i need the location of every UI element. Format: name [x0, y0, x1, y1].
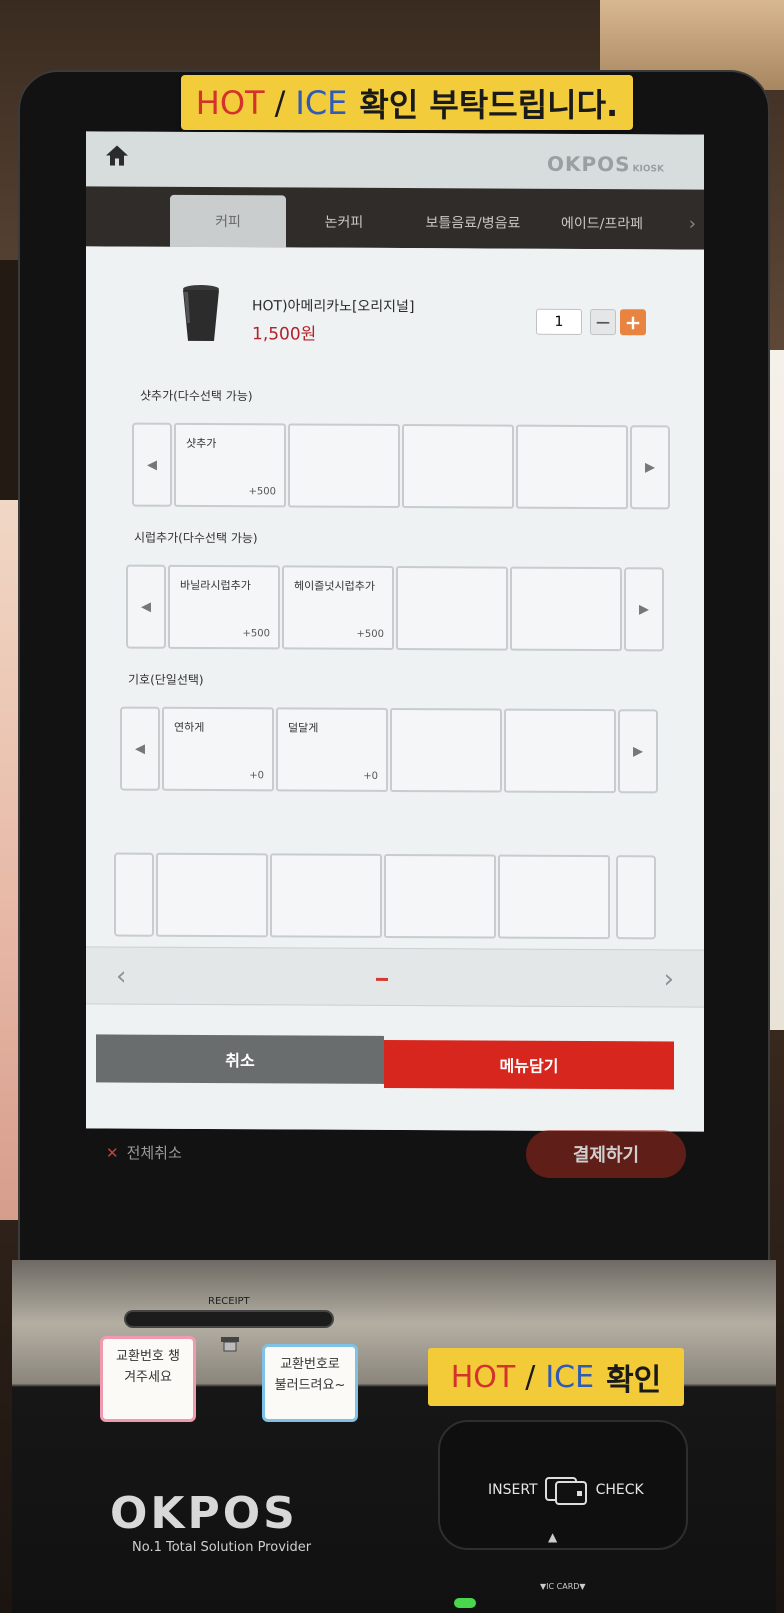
option-row-empty	[114, 852, 662, 940]
sticker-ice: ICE	[295, 83, 348, 122]
card-icon	[544, 1477, 587, 1505]
option-empty	[270, 853, 382, 938]
row-next-icon[interactable]: ▶	[618, 709, 658, 794]
option-name: 연하게	[174, 720, 205, 735]
option-price: +0	[363, 770, 378, 782]
receipt-icon	[221, 1337, 239, 1352]
receipt-label: RECEIPT	[208, 1296, 250, 1307]
add-to-cart-button[interactable]: 메뉴담기	[384, 1039, 674, 1090]
card-insert-arrow-icon: ▲	[548, 1530, 558, 1544]
kiosk-brand: OKPOS	[110, 1488, 298, 1539]
brand-sub: KIOSK	[632, 164, 664, 175]
option-less-sweet[interactable]: 덜달게 +0	[276, 707, 388, 792]
option-empty	[510, 566, 622, 652]
kiosk-screen: OKPOS KIOSK 커피 논커피 보틀음료/병음료 에이드/프라페 › HOT…	[86, 131, 704, 1132]
order-footer: ✕ 전체취소 결제하기	[86, 1130, 704, 1200]
option-name: 샷추가	[186, 436, 217, 451]
close-icon: ✕	[106, 1144, 119, 1162]
page-indicator	[376, 977, 388, 981]
tabs-next-icon[interactable]: ›	[689, 214, 696, 235]
product-price: 1,500원	[252, 324, 317, 345]
product-name: HOT)아메리카노[오리지널]	[252, 298, 415, 316]
tab-ade-frappe[interactable]: 에이드/프라페	[542, 197, 662, 250]
option-empty	[402, 424, 514, 509]
row-prev-icon[interactable]	[114, 852, 154, 937]
option-empty	[396, 566, 508, 651]
page-prev-icon[interactable]: ‹	[116, 962, 126, 992]
section-title-syrup: 시럽추가(다수선택 가능)	[134, 530, 258, 546]
section-title-shot: 샷추가(다수선택 가능)	[140, 388, 253, 404]
quantity-minus-button[interactable]: −	[590, 309, 616, 336]
brand-logo: OKPOS KIOSK	[547, 152, 664, 177]
check-label: CHECK	[595, 1482, 644, 1498]
option-lighter[interactable]: 연하게 +0	[162, 706, 274, 792]
page-next-icon[interactable]: ›	[664, 964, 674, 994]
exchange-number-note: 교환번호 챙겨주세요	[100, 1336, 196, 1422]
row-prev-icon[interactable]: ◀	[120, 706, 160, 791]
pay-button[interactable]: 결제하기	[526, 1130, 686, 1178]
option-row-syrup: ◀ 바닐라시럽추가 +500 헤이즐넛시럽추가 +500 ▶	[126, 564, 666, 652]
status-led	[454, 1598, 476, 1608]
americano-cup-image	[183, 284, 219, 342]
option-name: 헤이즐넛시럽추가	[294, 579, 375, 593]
option-name: 덜달게	[288, 721, 319, 735]
option-empty	[498, 854, 610, 940]
quantity-plus-button[interactable]: +	[620, 309, 646, 336]
tab-coffee[interactable]: 커피	[170, 194, 286, 248]
call-number-note: 교환번호로 불러드려요~	[262, 1344, 358, 1422]
option-empty	[384, 853, 496, 939]
hot-ice-sticker-top: HOT / ICE 확인 부탁드립니다.	[181, 75, 633, 130]
tab-non-coffee[interactable]: 논커피	[286, 195, 402, 248]
option-empty	[504, 708, 616, 794]
option-empty	[516, 424, 628, 510]
option-shot-add[interactable]: 샷추가 +500	[174, 422, 286, 508]
home-icon[interactable]	[104, 143, 130, 167]
sticker-text: 확인	[606, 1363, 662, 1398]
sticker-text: 확인 부탁드립니다.	[359, 85, 619, 124]
option-empty	[156, 852, 268, 938]
row-next-icon[interactable]: ▶	[630, 425, 670, 510]
insert-check-label: INSERT CHECK	[488, 1475, 644, 1505]
sticker-hot: HOT	[450, 1359, 516, 1395]
receipt-slot	[124, 1310, 334, 1328]
kiosk-tagline: No.1 Total Solution Provider	[132, 1540, 312, 1555]
cancel-button[interactable]: 취소	[96, 1034, 384, 1084]
category-tabs: 커피 논커피 보틀음료/병음료 에이드/프라페 ›	[86, 186, 704, 250]
option-vanilla-syrup[interactable]: 바닐라시럽추가 +500	[168, 564, 280, 650]
section-title-preference: 기호(단일선택)	[128, 672, 204, 687]
page-navigator: ‹ ›	[86, 946, 704, 1008]
option-row-preference: ◀ 연하게 +0 덜달게 +0 ▶	[120, 706, 660, 794]
option-empty	[288, 423, 400, 509]
sticker-slash: /	[274, 83, 286, 122]
hot-ice-sticker-bottom: HOT / ICE 확인	[428, 1348, 684, 1406]
sticker-ice: ICE	[545, 1359, 595, 1395]
row-next-icon[interactable]	[616, 855, 656, 940]
row-prev-icon[interactable]: ◀	[132, 422, 172, 507]
option-empty	[390, 707, 502, 793]
sticker-hot: HOT	[195, 83, 265, 122]
brand-name: OKPOS	[546, 151, 631, 177]
option-price: +500	[356, 628, 384, 640]
option-price: +500	[248, 486, 276, 498]
top-bar: OKPOS KIOSK	[86, 131, 704, 190]
option-name: 바닐라시럽추가	[180, 578, 251, 593]
option-price: +0	[249, 770, 264, 782]
quantity-display: 1	[536, 308, 582, 335]
cancel-all-label: 전체취소	[126, 1144, 182, 1162]
option-panel: HOT)아메리카노[오리지널] 1,500원 1 − + 샷추가(다수선택 가능…	[86, 246, 704, 1132]
ic-card-label: ▼IC CARD▼	[540, 1582, 586, 1591]
tab-bottle-drinks[interactable]: 보틀음료/병음료	[408, 196, 538, 249]
option-row-shot: ◀ 샷추가 +500 ▶	[132, 422, 672, 510]
row-prev-icon[interactable]: ◀	[126, 564, 166, 649]
option-price: +500	[242, 628, 270, 640]
insert-label: INSERT	[488, 1482, 538, 1498]
cancel-all-button[interactable]: ✕ 전체취소	[106, 1142, 182, 1163]
sticker-slash: /	[525, 1359, 536, 1395]
option-hazelnut-syrup[interactable]: 헤이즐넛시럽추가 +500	[282, 565, 394, 650]
row-next-icon[interactable]: ▶	[624, 567, 664, 652]
